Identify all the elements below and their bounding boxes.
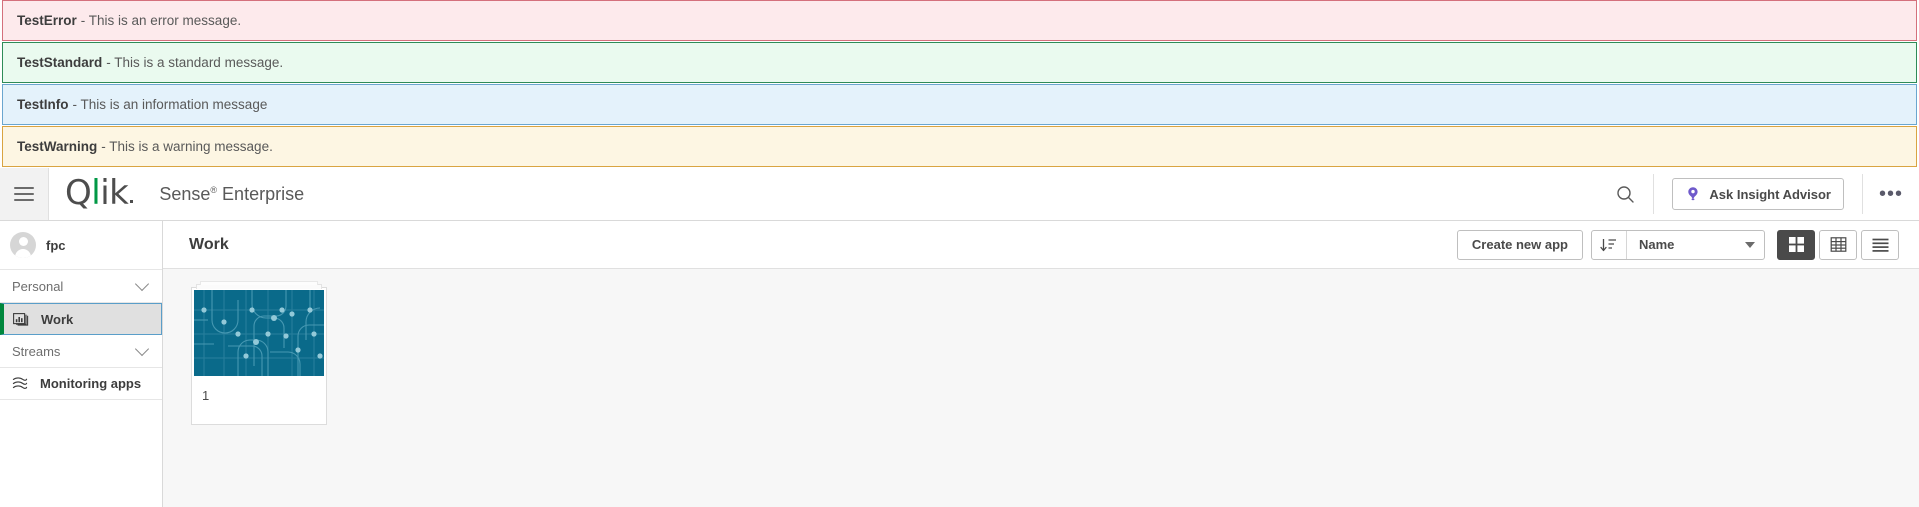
alert-warning: TestWarning - This is a warning message. — [2, 126, 1917, 167]
chevron-down-icon — [134, 341, 150, 357]
app-card-meta: 1 — [192, 376, 326, 424]
product-name-base: Sense — [159, 183, 211, 204]
sidebar-group-streams-label: Streams — [12, 343, 61, 359]
main-toolbar: Work Create new app Name — [163, 221, 1919, 269]
qlik-logo[interactable]: Ql ik — [65, 173, 134, 213]
ask-insight-advisor-label: Ask Insight Advisor — [1709, 186, 1831, 202]
create-new-app-button[interactable]: Create new app — [1456, 229, 1583, 260]
table-icon — [1830, 237, 1846, 252]
app-name: 1 — [202, 388, 210, 403]
page-title: Work — [189, 235, 229, 253]
more-options-button[interactable]: ••• — [1863, 168, 1919, 220]
grid-view-button[interactable] — [1777, 229, 1815, 260]
sort-field-value: Name — [1639, 237, 1675, 252]
insight-advisor-icon — [1688, 187, 1698, 201]
sort-descending-icon — [1600, 238, 1616, 251]
stream-waves-icon — [12, 376, 28, 392]
app-card[interactable]: 1 — [191, 281, 327, 425]
alert-standard: TestStandard - This is a standard messag… — [2, 42, 1917, 83]
sort-field-select[interactable]: Name — [1627, 231, 1764, 259]
ask-insight-advisor-button[interactable]: Ask Insight Advisor — [1672, 178, 1844, 210]
user-name: fpc — [46, 237, 66, 253]
table-view-button[interactable] — [1819, 229, 1857, 260]
list-icon — [1872, 238, 1888, 252]
sort-control: Name — [1591, 229, 1765, 260]
create-new-app-label: Create new app — [1471, 237, 1568, 252]
qlik-logo-l: l — [91, 173, 101, 213]
sidebar-item-work-label: Work — [41, 311, 74, 327]
sidebar-item-work[interactable]: Work — [0, 303, 162, 335]
app-grid: 1 — [163, 269, 1919, 507]
insight-advisor-wrap: Ask Insight Advisor — [1654, 168, 1862, 220]
sidebar-item-monitoring-apps[interactable]: Monitoring apps — [0, 368, 162, 400]
brand-area: Ql ik Sense® Enterprise — [49, 168, 304, 220]
alert-info-message: - This is an information message — [72, 96, 268, 112]
alert-error-title: TestError — [17, 12, 77, 28]
search-icon — [1617, 185, 1634, 203]
qlik-logo-ik: ik — [100, 173, 129, 213]
hamburger-icon — [14, 183, 34, 205]
toolbar-actions: Create new app Name — [1456, 229, 1899, 260]
sidebar-group-streams[interactable]: Streams — [0, 335, 162, 368]
alert-warning-message: - This is a warning message. — [101, 138, 273, 154]
alert-warning-title: TestWarning — [17, 138, 98, 154]
top-bar: Ql ik Sense® Enterprise Ask Insight Advis… — [0, 168, 1919, 221]
hamburger-menu-button[interactable] — [0, 168, 49, 220]
alert-info-title: TestInfo — [17, 96, 69, 112]
qlik-logo-q: Q — [65, 173, 92, 213]
qlik-logo-dot — [130, 200, 134, 203]
sort-direction-button[interactable] — [1592, 230, 1627, 259]
app-thumbnail-pattern — [194, 290, 324, 376]
alert-error: TestError - This is an error message. — [2, 0, 1917, 41]
sidebar-group-personal[interactable]: Personal — [0, 270, 162, 303]
main-content: Work Create new app Name 1 — [163, 221, 1919, 507]
user-avatar-icon — [10, 232, 36, 258]
product-name: Sense® Enterprise — [159, 184, 304, 205]
search-button[interactable] — [1597, 168, 1653, 220]
sidebar-group-personal-label: Personal — [12, 278, 64, 294]
alert-message-list: TestError - This is an error message. Te… — [0, 0, 1919, 167]
alert-error-message: - This is an error message. — [80, 12, 242, 28]
view-mode-buttons — [1777, 229, 1899, 260]
chevron-down-icon — [134, 276, 150, 292]
alert-standard-title: TestStandard — [17, 54, 103, 70]
alert-standard-message: - This is a standard message. — [106, 54, 284, 70]
app-default-thumbnail — [194, 290, 324, 376]
caret-down-icon — [1745, 241, 1755, 248]
sidebar-user-row[interactable]: fpc — [0, 221, 162, 270]
top-bar-actions: Ask Insight Advisor ••• — [1597, 168, 1919, 220]
grid-icon — [1788, 237, 1804, 252]
app-chart-icon — [13, 311, 29, 327]
page-body: fpc Personal Work Streams Monitoring app… — [0, 221, 1919, 507]
list-view-button[interactable] — [1861, 229, 1899, 260]
sidebar: fpc Personal Work Streams Monitoring app… — [0, 221, 163, 507]
sidebar-item-monitoring-apps-label: Monitoring apps — [40, 376, 142, 391]
alert-info: TestInfo - This is an information messag… — [2, 84, 1917, 125]
product-name-suffix: Enterprise — [217, 183, 305, 204]
